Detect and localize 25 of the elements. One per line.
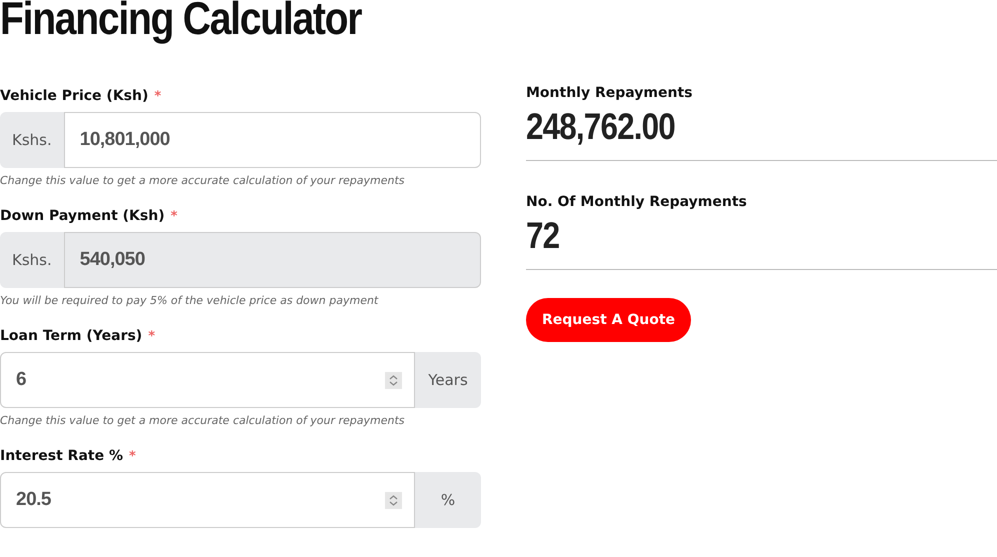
field-label: Loan Term (Years) * (0, 327, 156, 346)
spinner-icon[interactable] (385, 492, 402, 508)
field-label: Vehicle Price (Ksh) * (0, 87, 162, 106)
result-value: 72 (526, 215, 560, 257)
result-value: 248,762.00 (526, 106, 675, 148)
required-mark: * (170, 209, 178, 224)
required-mark: * (128, 449, 136, 464)
spinner-icon[interactable] (385, 372, 402, 388)
number-field[interactable]: 20.5 (0, 472, 415, 528)
help-text: Change this value to get a more accurate calculation of your repayments (0, 173, 406, 189)
result-label: No. Of Monthly Repayments (526, 194, 748, 210)
field-label: Interest Rate % * (0, 447, 137, 466)
help-text: You will be required to pay 5% of the vehicle price as down payment (0, 293, 380, 309)
unit-addon: Kshs. (0, 232, 64, 288)
request-quote-button[interactable]: Request A Quote (526, 298, 692, 342)
field-label: Down Payment (Ksh) * (0, 207, 178, 226)
result-label: Monthly Repayments (526, 85, 694, 101)
unit-addon: Years (415, 352, 481, 408)
input-field[interactable]: 10,801,000 (64, 112, 481, 168)
unit-addon: Kshs. (0, 112, 64, 168)
unit-addon: % (415, 472, 481, 528)
number-field[interactable]: 6 (0, 352, 415, 408)
required-mark: * (148, 329, 156, 344)
help-text: Change this value to get a more accurate calculation of your repayments (0, 413, 406, 429)
required-mark: * (154, 89, 162, 104)
